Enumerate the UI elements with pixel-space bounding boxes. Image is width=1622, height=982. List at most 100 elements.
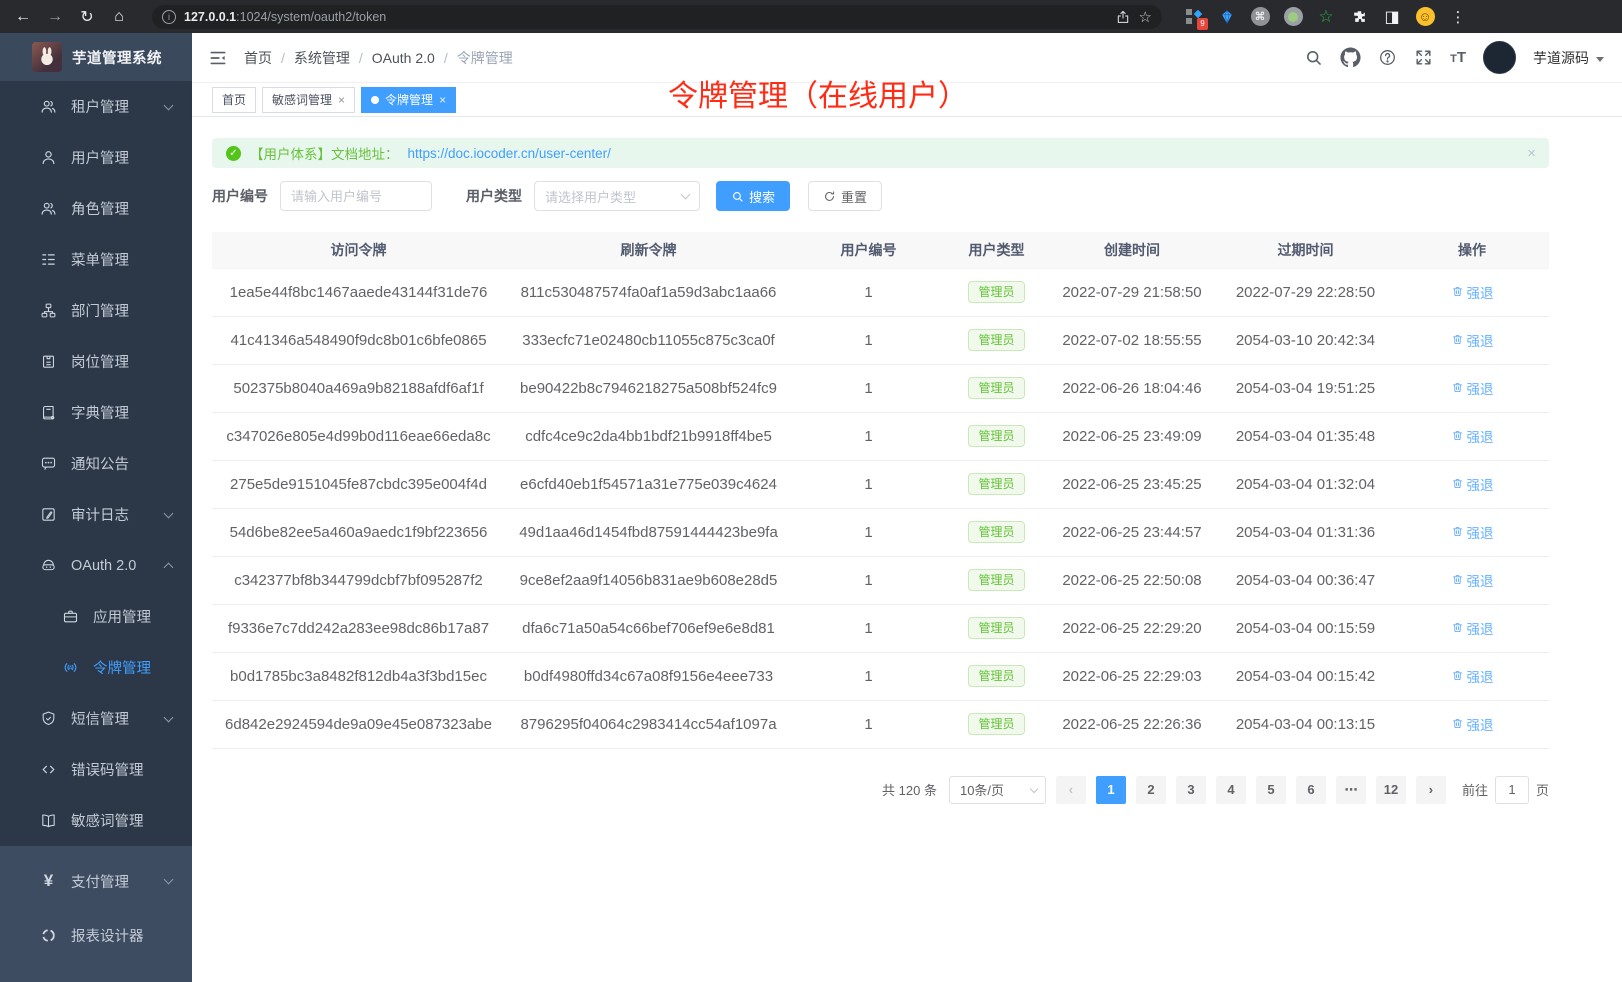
doc-link[interactable]: https://doc.iocoder.cn/user-center/ <box>408 146 611 161</box>
alert-close-icon[interactable]: × <box>1527 145 1536 162</box>
reset-button[interactable]: 重置 <box>808 181 882 211</box>
prev-page-button[interactable]: ‹ <box>1056 776 1086 804</box>
search-button[interactable]: 搜索 <box>716 181 790 211</box>
tag-tab-sensitive-word[interactable]: 敏感词管理 × <box>262 87 355 113</box>
cell-access-token: 6d842e2924594de9a09e45e087323abe <box>212 700 505 748</box>
user-id-input[interactable] <box>280 181 432 211</box>
force-logout-button[interactable]: 强退 <box>1451 714 1494 734</box>
breadcrumb-home[interactable]: 首页 <box>244 48 272 68</box>
extension-grid-icon[interactable]: 9 <box>1184 7 1204 27</box>
sidebar-item-dept[interactable]: 部门管理 <box>0 285 192 336</box>
sidebar-item-tenant[interactable]: 租户管理 <box>0 81 192 132</box>
sidebar-item-user[interactable]: 用户管理 <box>0 132 192 183</box>
fullscreen-icon[interactable] <box>1414 48 1433 67</box>
page-size-select[interactable]: 10条/页 <box>949 776 1046 804</box>
site-info-icon[interactable]: i <box>162 10 176 24</box>
page-ellipsis[interactable]: ⋯ <box>1336 776 1366 804</box>
force-logout-button[interactable]: 强退 <box>1451 570 1494 590</box>
sidebar-item-pay[interactable]: ¥ 支付管理 <box>0 854 192 908</box>
extension-star-icon[interactable]: ☆ <box>1316 7 1336 27</box>
force-logout-button[interactable]: 强退 <box>1451 666 1494 686</box>
cell-user-id: 1 <box>792 268 945 316</box>
sidebar-item-report-designer[interactable]: 报表设计器 <box>0 908 192 962</box>
col-user-id: 用户编号 <box>792 232 945 268</box>
chevron-up-icon <box>164 562 174 572</box>
cell-access-token: 41c41346a548490f9dc8b01c6bfe0865 <box>212 316 505 364</box>
shield-check-icon <box>40 710 57 727</box>
sidebar-item-audit-log[interactable]: 审计日志 <box>0 489 192 540</box>
doc-alert: ✓ 【用户体系】文档地址： https://doc.iocoder.cn/use… <box>212 138 1549 168</box>
browser-reload-button[interactable]: ↻ <box>74 4 100 30</box>
force-logout-button[interactable]: 强退 <box>1451 330 1494 350</box>
page-button-4[interactable]: 4 <box>1216 776 1246 804</box>
chevron-down-icon <box>1030 784 1038 792</box>
trash-icon <box>1451 717 1464 730</box>
extension-gem-icon[interactable] <box>1217 7 1237 27</box>
robot-icon <box>40 557 57 574</box>
sidebar-collapse-icon[interactable] <box>208 48 228 68</box>
sidebar-item-sms[interactable]: 短信管理 <box>0 693 192 744</box>
goto-page-input[interactable] <box>1495 776 1529 804</box>
force-logout-button[interactable]: 强退 <box>1451 378 1494 398</box>
browser-address-bar[interactable]: i 127.0.0.1:1024/system/oauth2/token ☆ <box>152 5 1162 29</box>
github-icon[interactable] <box>1340 47 1361 68</box>
sidebar-item-errorcode[interactable]: 错误码管理 <box>0 744 192 795</box>
sidebar-logo[interactable]: 芋道管理系统 <box>0 33 192 81</box>
sidebar-item-sensitive-word[interactable]: 敏感词管理 <box>0 795 192 846</box>
bookmark-star-icon[interactable]: ☆ <box>1139 8 1152 26</box>
browser-menu-icon[interactable]: ⋮ <box>1448 7 1468 27</box>
cell-access-token: f9336e7c7dd242a283ee98dc86b17a87 <box>212 604 505 652</box>
extension-record-icon[interactable] <box>1283 7 1303 27</box>
sidebar-item-post[interactable]: 岗位管理 <box>0 336 192 387</box>
sidebar-item-menu[interactable]: 菜单管理 <box>0 234 192 285</box>
page-button-6[interactable]: 6 <box>1296 776 1326 804</box>
browser-home-button[interactable]: ⌂ <box>106 4 132 30</box>
col-user-type: 用户类型 <box>945 232 1048 268</box>
sidebar-item-oauth[interactable]: OAuth 2.0 <box>0 540 192 591</box>
close-icon[interactable]: × <box>439 93 446 107</box>
force-logout-button[interactable]: 强退 <box>1451 618 1494 638</box>
breadcrumb-oauth[interactable]: OAuth 2.0 <box>372 50 435 66</box>
tag-tab-home[interactable]: 首页 <box>212 87 256 113</box>
page-button-12[interactable]: 12 <box>1376 776 1406 804</box>
extension-puzzle-icon[interactable] <box>1349 7 1369 27</box>
share-icon[interactable] <box>1115 9 1131 25</box>
users-icon <box>40 200 57 217</box>
page-button-1[interactable]: 1 <box>1096 776 1126 804</box>
sidebar-menu: 租户管理 用户管理 角色管理 菜单管理 部门管理 <box>0 81 192 846</box>
cell-refresh-token: be90422b8c7946218275a508bf524fc9 <box>505 364 792 412</box>
page-button-3[interactable]: 3 <box>1176 776 1206 804</box>
help-icon[interactable] <box>1378 48 1397 67</box>
close-icon[interactable]: × <box>338 93 345 107</box>
page-button-5[interactable]: 5 <box>1256 776 1286 804</box>
user-type-select[interactable]: 请选择用户类型 <box>534 181 700 211</box>
extension-command-icon[interactable]: ⌘ <box>1250 7 1270 27</box>
tag-tab-token[interactable]: 令牌管理 × <box>361 87 456 113</box>
cell-user-type: 管理员 <box>945 412 1048 460</box>
sidebar-item-notice[interactable]: 通知公告 <box>0 438 192 489</box>
breadcrumb-system[interactable]: 系统管理 <box>294 48 350 68</box>
trash-icon <box>1451 381 1464 394</box>
search-icon[interactable] <box>1304 48 1323 67</box>
force-logout-button[interactable]: 强退 <box>1451 522 1494 542</box>
font-size-icon[interactable]: TT <box>1450 49 1466 66</box>
page-button-2[interactable]: 2 <box>1136 776 1166 804</box>
dictionary-book-icon <box>40 404 57 421</box>
profile-avatar-icon[interactable]: ☺ <box>1415 7 1435 27</box>
user-avatar[interactable] <box>1483 41 1516 74</box>
browser-back-button[interactable]: ← <box>10 4 36 30</box>
tag-label: 令牌管理 <box>385 91 433 108</box>
sidebar-item-role[interactable]: 角色管理 <box>0 183 192 234</box>
sidebar-item-oauth-token[interactable]: 令牌管理 <box>0 642 192 693</box>
browser-forward-button[interactable]: → <box>42 4 68 30</box>
user-menu[interactable]: 芋道源码 <box>1533 48 1604 68</box>
force-logout-button[interactable]: 强退 <box>1451 282 1494 302</box>
sidebar-item-oauth-app[interactable]: 应用管理 <box>0 591 192 642</box>
split-view-icon[interactable]: ◨ <box>1382 7 1402 27</box>
cell-created: 2022-07-02 18:55:55 <box>1048 316 1216 364</box>
force-logout-button[interactable]: 强退 <box>1451 474 1494 494</box>
force-logout-button[interactable]: 强退 <box>1451 426 1494 446</box>
next-page-button[interactable]: › <box>1416 776 1446 804</box>
sidebar-item-dict[interactable]: 字典管理 <box>0 387 192 438</box>
trash-icon <box>1451 429 1464 442</box>
